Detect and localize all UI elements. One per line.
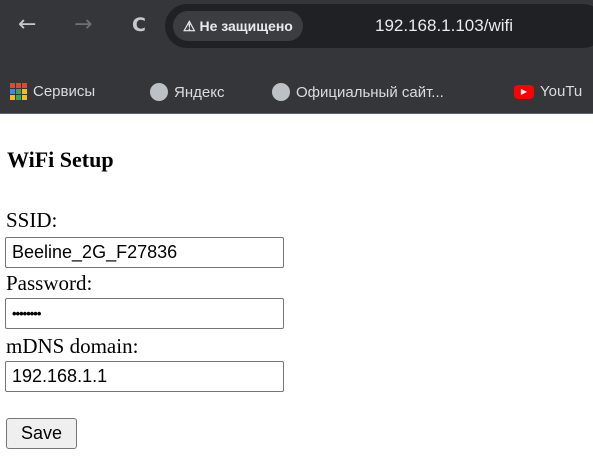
bookmark-official-site[interactable]: Официальный сайт... bbox=[272, 83, 444, 101]
bookmark-services[interactable]: Сервисы bbox=[10, 83, 95, 100]
address-bar[interactable]: ⚠ Не защищено 192.168.1.103/wifi bbox=[165, 4, 593, 48]
warning-icon: ⚠ bbox=[183, 18, 200, 34]
browser-toolbar: ← → C ⚠ Не защищено 192.168.1.103/wifi bbox=[0, 0, 593, 72]
bookmark-label: Яндекс bbox=[174, 83, 225, 101]
password-label: Password: bbox=[6, 271, 93, 295]
security-chip[interactable]: ⚠ Не защищено bbox=[173, 11, 303, 41]
bookmark-yandex[interactable]: Яндекс bbox=[150, 83, 224, 101]
page-title: WiFi Setup bbox=[7, 147, 114, 172]
back-button[interactable]: ← bbox=[18, 12, 36, 37]
globe-icon bbox=[150, 83, 168, 101]
security-label: Не защищено bbox=[199, 18, 293, 34]
bookmark-youtube[interactable]: ▶ YouTu bbox=[514, 83, 582, 100]
ssid-label: SSID: bbox=[6, 208, 58, 232]
bookmarks-bar: Сервисы Яндекс Официальный сайт... ▶ YouT… bbox=[0, 72, 593, 114]
reload-button[interactable]: C bbox=[132, 14, 146, 36]
mdns-label: mDNS domain: bbox=[6, 334, 139, 358]
password-input[interactable]: •••••••• bbox=[5, 298, 284, 329]
ssid-input[interactable]: Beeline_2G_F27836 bbox=[5, 237, 284, 268]
bookmark-label: YouTu bbox=[540, 83, 583, 100]
apps-grid-icon bbox=[10, 83, 27, 100]
save-button[interactable]: Save bbox=[6, 418, 77, 449]
forward-button[interactable]: → bbox=[74, 12, 92, 37]
url-text[interactable]: 192.168.1.103/wifi bbox=[375, 16, 513, 36]
youtube-icon: ▶ bbox=[514, 84, 534, 99]
bookmark-label: Официальный сайт... bbox=[296, 83, 444, 101]
bookmark-label: Сервисы bbox=[33, 83, 96, 100]
globe-icon bbox=[272, 83, 290, 101]
mdns-input[interactable]: 192.168.1.1 bbox=[5, 361, 284, 392]
